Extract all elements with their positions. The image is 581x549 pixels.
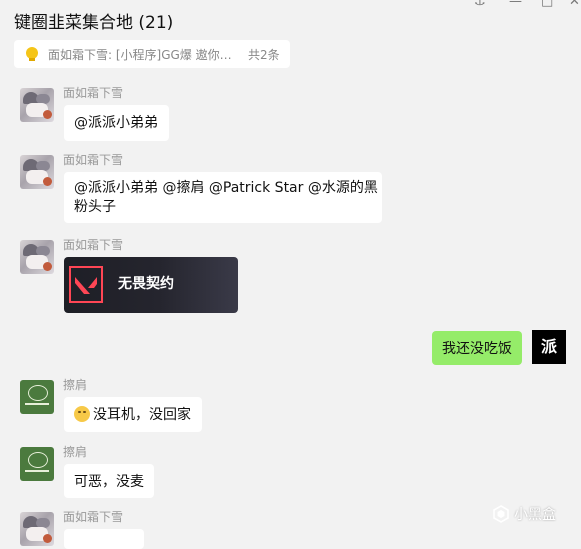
sender-name: 面如霜下雪 (63, 86, 124, 100)
avatar[interactable] (20, 447, 54, 481)
message-line: @派派小弟弟 @擦肩 @Patrick Star @水源的黑 (74, 180, 378, 196)
message-bubble[interactable]: 可恶，没麦 (64, 464, 154, 498)
avatar[interactable] (20, 380, 54, 414)
pinned-messages-bar[interactable]: 面如霜下雪: [小程序]GG爆 遨你免... 共2条 (14, 40, 290, 68)
message-bubble[interactable]: 没耳机，没回家 (64, 397, 202, 432)
chat-title: 键圈韭菜集合地 (21) (14, 13, 174, 33)
message-bubble[interactable]: @派派小弟弟 (64, 105, 169, 141)
message-bubble[interactable]: @派派小弟弟 @擦肩 @Patrick Star @水源的黑 粉头子 (64, 172, 382, 223)
heybox-logo-icon (493, 505, 509, 523)
avatar[interactable] (20, 88, 54, 122)
valorant-logo-icon (69, 266, 103, 303)
watermark: 小黑盒 (492, 504, 556, 524)
avatar[interactable]: 派 (532, 330, 566, 364)
sender-name: 擦肩 (63, 378, 88, 392)
title-bar: 键圈韭菜集合地 (21) ⚓ — □ ✕ (0, 0, 581, 36)
mini-program-card[interactable]: 无畏契约 (64, 257, 238, 313)
emoji-icon (74, 406, 90, 422)
pinned-count: 共2条 (248, 47, 280, 62)
sender-name: 面如霜下雪 (63, 238, 124, 252)
minimize-button[interactable]: — (509, 0, 522, 9)
message-bubble[interactable] (64, 529, 144, 549)
sender-name: 擦肩 (63, 445, 88, 459)
card-title: 无畏契约 (118, 276, 174, 292)
message-bubble[interactable]: 我还没吃饭 (432, 331, 522, 365)
message-text: 没耳机，没回家 (93, 407, 191, 423)
lightbulb-icon (24, 46, 40, 62)
sender-name: 面如霜下雪 (63, 153, 124, 167)
message-line: 粉头子 (74, 199, 116, 215)
close-button[interactable]: ✕ (569, 0, 580, 9)
avatar[interactable] (20, 512, 54, 546)
watermark-text: 小黑盒 (514, 507, 556, 523)
avatar[interactable] (20, 155, 54, 189)
pinned-message-preview: 面如霜下雪: [小程序]GG爆 遨你免... (48, 47, 238, 62)
sender-name: 面如霜下雪 (63, 510, 124, 524)
avatar[interactable] (20, 240, 54, 274)
pin-icon[interactable]: ⚓ (474, 0, 486, 9)
maximize-button[interactable]: □ (541, 0, 553, 9)
